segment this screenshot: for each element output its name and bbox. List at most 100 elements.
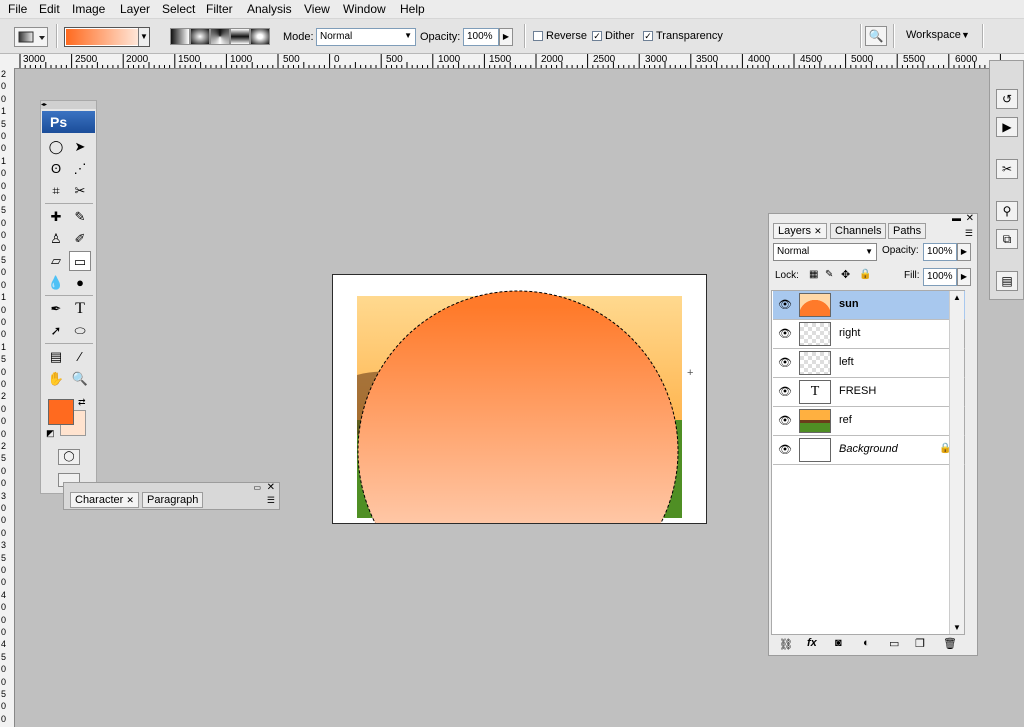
dither-checkbox[interactable]: ✓ (592, 31, 602, 41)
tab-channels[interactable]: Channels (830, 223, 887, 239)
eyedropper-icon[interactable]: ⁄ (69, 347, 91, 367)
path-selection-icon[interactable]: ➚ (45, 321, 67, 341)
layer-mask-icon[interactable]: ◙ (835, 637, 842, 649)
move-tool-icon[interactable]: ➤ (69, 137, 91, 157)
pen-tool-icon[interactable]: ✒ (45, 299, 67, 319)
blur-tool-icon[interactable]: 💧 (45, 273, 67, 293)
clone-source-icon[interactable]: ⧉ (996, 229, 1018, 249)
transparency-checkbox[interactable]: ✓ (643, 31, 653, 41)
document-canvas[interactable] (332, 274, 707, 524)
lock-image-icon[interactable]: ✎ (825, 269, 833, 280)
radial-gradient-button[interactable] (190, 28, 210, 45)
type-tool-icon[interactable]: T (69, 299, 91, 319)
slice-tool-icon[interactable]: ✂ (69, 181, 91, 201)
layer-name[interactable]: ref (839, 414, 852, 426)
menu-file[interactable]: File (8, 2, 27, 16)
blend-mode-select[interactable]: Normal ▼ (773, 243, 877, 261)
new-group-icon[interactable]: ▭ (889, 637, 899, 650)
layer-row-ref[interactable]: 👁 ref (773, 407, 965, 436)
layer-row-left[interactable]: 👁 left (773, 349, 965, 378)
lock-transparency-icon[interactable]: ▦ (809, 269, 818, 280)
eraser-tool-icon[interactable]: ▱ (45, 251, 67, 271)
minimize-icon[interactable]: ▬ (952, 213, 961, 223)
brushes-icon[interactable]: ⚲ (996, 201, 1018, 221)
new-layer-icon[interactable]: ❐ (915, 637, 925, 650)
crop-tool-icon[interactable]: ⌗ (45, 181, 67, 201)
layer-name[interactable]: sun (839, 298, 859, 310)
notes-tool-icon[interactable]: ▤ (45, 347, 67, 367)
reflected-gradient-button[interactable] (230, 28, 250, 45)
layer-name[interactable]: FRESH (839, 385, 876, 397)
bridge-button[interactable]: 🔍 (865, 26, 887, 46)
layer-row-right[interactable]: 👁 right (773, 320, 965, 349)
fill-input[interactable]: 100% (923, 268, 957, 286)
elliptical-marquee-icon[interactable]: ◯ (45, 137, 67, 157)
opacity-input[interactable]: 100% (463, 28, 499, 46)
menu-select[interactable]: Select (162, 2, 195, 16)
diamond-gradient-button[interactable] (250, 28, 270, 45)
visibility-eye-icon[interactable]: 👁 (778, 444, 792, 456)
gradient-tool-icon[interactable]: ▭ (69, 251, 91, 271)
angle-gradient-button[interactable] (210, 28, 230, 45)
lock-position-icon[interactable]: ✥ (841, 268, 850, 281)
layer-name[interactable]: left (839, 356, 854, 368)
tab-layers[interactable]: Layers ✕ (773, 223, 827, 239)
opacity-slider-button[interactable]: ▶ (499, 28, 513, 46)
dodge-tool-icon[interactable]: ● (69, 273, 91, 293)
lasso-tool-icon[interactable]: ʘ (45, 159, 67, 179)
layer-style-icon[interactable]: fx (807, 637, 817, 649)
history-icon[interactable]: ↺ (996, 89, 1018, 109)
zoom-tool-icon[interactable]: 🔍 (69, 369, 91, 389)
visibility-eye-icon[interactable]: 👁 (778, 328, 792, 340)
gradient-picker[interactable]: ▼ (64, 27, 150, 47)
brush-tool-icon[interactable]: ✎ (69, 207, 91, 227)
panel-menu-icon[interactable]: ☰ (267, 495, 275, 506)
layer-name[interactable]: Background (839, 443, 898, 455)
link-layers-icon[interactable]: ⛓ (779, 638, 793, 651)
workspace-button[interactable]: Workspace (906, 29, 961, 41)
close-icon[interactable]: ✕ (814, 226, 822, 236)
layer-comps-icon[interactable]: ▤ (996, 271, 1018, 291)
adjustment-layer-icon[interactable]: ◐ (863, 637, 870, 649)
layer-opacity-input[interactable]: 100% (923, 243, 957, 261)
chevron-down-icon[interactable]: ▼ (961, 30, 970, 40)
default-colors-icon[interactable]: ◩ (46, 428, 55, 439)
menu-view[interactable]: View (304, 2, 330, 16)
fill-slider-button[interactable]: ▶ (957, 268, 971, 286)
panel-menu-icon[interactable]: ☰ (965, 228, 973, 239)
layer-row-background[interactable]: 👁 Background 🔒 (773, 436, 965, 465)
menu-analysis[interactable]: Analysis (247, 2, 292, 16)
foreground-color-swatch[interactable] (48, 399, 74, 425)
menu-layer[interactable]: Layer (120, 2, 150, 16)
visibility-eye-icon[interactable]: 👁 (778, 299, 792, 311)
healing-brush-icon[interactable]: ✚ (45, 207, 67, 227)
photoshop-logo[interactable]: Ps (42, 111, 95, 133)
linear-gradient-button[interactable] (170, 28, 190, 45)
layer-name[interactable]: right (839, 327, 860, 339)
minimize-icon[interactable]: ▭ (253, 483, 261, 492)
layers-scrollbar[interactable]: ▲ ▼ (949, 291, 964, 634)
chevron-down-icon[interactable]: ▼ (138, 28, 149, 46)
toolbox-grip[interactable]: ◂▸ (41, 101, 96, 109)
layer-row-fresh[interactable]: 👁 T FRESH (773, 378, 965, 407)
menu-window[interactable]: Window (343, 2, 386, 16)
scroll-down-icon[interactable]: ▼ (953, 623, 961, 632)
trash-icon[interactable]: 🗑 (943, 637, 957, 650)
scroll-up-icon[interactable]: ▲ (953, 293, 961, 302)
visibility-eye-icon[interactable]: 👁 (778, 415, 792, 427)
visibility-eye-icon[interactable]: 👁 (778, 357, 792, 369)
ellipse-shape-icon[interactable]: ⬭ (69, 321, 91, 341)
menu-filter[interactable]: Filter (206, 2, 233, 16)
reverse-checkbox[interactable] (533, 31, 543, 41)
magic-wand-icon[interactable]: ⋰ (69, 159, 91, 179)
opacity-slider-button[interactable]: ▶ (957, 243, 971, 261)
swap-colors-icon[interactable]: ⇄ (78, 397, 86, 408)
visibility-eye-icon[interactable]: 👁 (778, 386, 792, 398)
tab-paragraph[interactable]: Paragraph (142, 492, 204, 508)
mode-select[interactable]: Normal ▼ (316, 28, 416, 46)
tab-character[interactable]: Character ✕ (70, 492, 139, 508)
menu-edit[interactable]: Edit (39, 2, 60, 16)
history-brush-icon[interactable]: ✐ (69, 229, 91, 249)
actions-icon[interactable]: ▶ (996, 117, 1018, 137)
lock-all-icon[interactable]: 🔒 (859, 269, 871, 280)
